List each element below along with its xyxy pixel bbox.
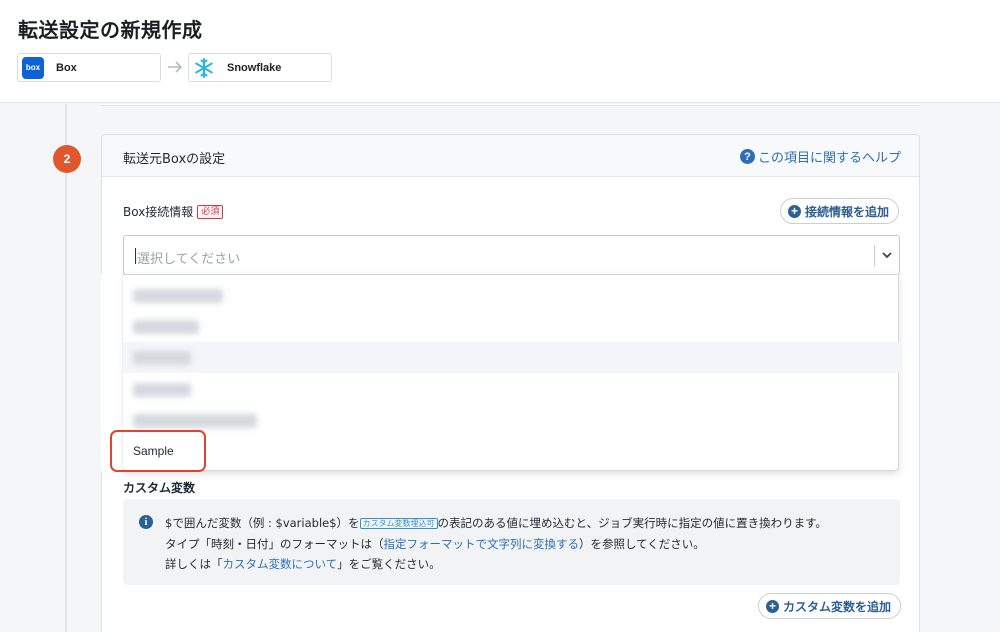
add-custom-variable-label: カスタム変数を追加 [783, 599, 892, 614]
dropdown-option[interactable] [123, 342, 900, 373]
page-title: 転送設定の新規作成 [18, 18, 203, 42]
connection-dropdown-list: Sample [122, 274, 900, 471]
redacted-text [133, 383, 191, 397]
help-link-label: この項目に関するヘルプ [757, 151, 901, 166]
info-text: $で囲んだ変数（例 : $variable$）を [165, 516, 360, 530]
info-line-3: 詳しくは「カスタム変数について」をご覧ください。 [165, 556, 441, 572]
redacted-text [133, 351, 191, 365]
destination-connector-chip: Snowflake [188, 53, 332, 82]
dropdown-option[interactable] [123, 311, 900, 342]
redacted-text [133, 414, 257, 428]
plus-circle-icon: + [788, 204, 801, 218]
connection-field-label: Box接続情報 必須 [123, 203, 224, 220]
source-connector-chip: box Box [17, 53, 161, 82]
dropdown-option[interactable] [123, 374, 900, 405]
previous-step-card [101, 104, 920, 106]
custom-variables-title: カスタム変数 [123, 481, 196, 495]
format-conversion-link[interactable]: 指定フォーマットで文字列に変換する [384, 537, 580, 551]
required-badge: 必須 [197, 204, 224, 219]
custom-variables-info: i $で囲んだ変数（例 : $variable$）を カスタム変数埋込可 の表記のあ… [123, 499, 900, 585]
info-text: 」をご覧ください。 [337, 557, 441, 571]
add-connection-label: 接続情報を追加 [805, 204, 890, 219]
info-circle-icon: i [139, 515, 153, 529]
step-number-badge: 2 [53, 145, 81, 173]
source-connector-label: Box [56, 61, 77, 74]
dropdown-option-sample[interactable]: Sample [123, 437, 900, 468]
info-text: タイプ「時刻・日付」のフォーマットは（ [165, 537, 384, 551]
chevron-down-icon[interactable] [881, 249, 893, 261]
dropdown-option[interactable] [123, 405, 900, 436]
redacted-text [133, 320, 199, 334]
destination-connector-label: Snowflake [227, 61, 282, 74]
info-text: ）を参照してください。 [579, 537, 705, 551]
arrow-right-icon [168, 61, 183, 73]
connection-label-text: Box接続情報 [123, 205, 194, 219]
question-circle-icon: ? [739, 149, 755, 164]
snowflake-logo-icon [193, 57, 215, 79]
embeddable-tag: カスタム変数埋込可 [359, 518, 438, 529]
info-line-1: $で囲んだ変数（例 : $variable$）を カスタム変数埋込可 の表記のある値… [165, 515, 827, 531]
info-text: 詳しくは「 [165, 557, 223, 571]
add-custom-variable-button[interactable]: + カスタム変数を追加 [758, 593, 902, 619]
sample-highlight-annotation [110, 430, 206, 472]
box-logo-icon: box [22, 56, 44, 79]
custom-variables-doc-link[interactable]: カスタム変数について [223, 557, 338, 571]
info-line-2: タイプ「時刻・日付」のフォーマットは（指定フォーマットで文字列に変換する）を参照… [165, 536, 705, 552]
page-header: 転送設定の新規作成 box Box Snowflake [0, 0, 1000, 103]
step-timeline [65, 104, 67, 632]
info-text: の表記のある値に埋め込むと、ジョブ実行時に指定の値に置き換わります。 [437, 516, 827, 530]
dropdown-option[interactable] [123, 280, 900, 311]
connection-select[interactable]: 選択してください [123, 235, 900, 275]
select-divider [874, 245, 875, 267]
redacted-text [133, 289, 223, 303]
card-title: 転送元Boxの設定 [123, 152, 226, 167]
help-link[interactable]: ? この項目に関するヘルプ [739, 147, 901, 166]
select-placeholder: 選択してください [137, 252, 241, 267]
card-header: 転送元Boxの設定 ? この項目に関するヘルプ [102, 135, 919, 177]
text-cursor [135, 248, 136, 264]
plus-circle-icon: + [766, 599, 779, 613]
add-connection-button[interactable]: + 接続情報を追加 [780, 198, 900, 224]
